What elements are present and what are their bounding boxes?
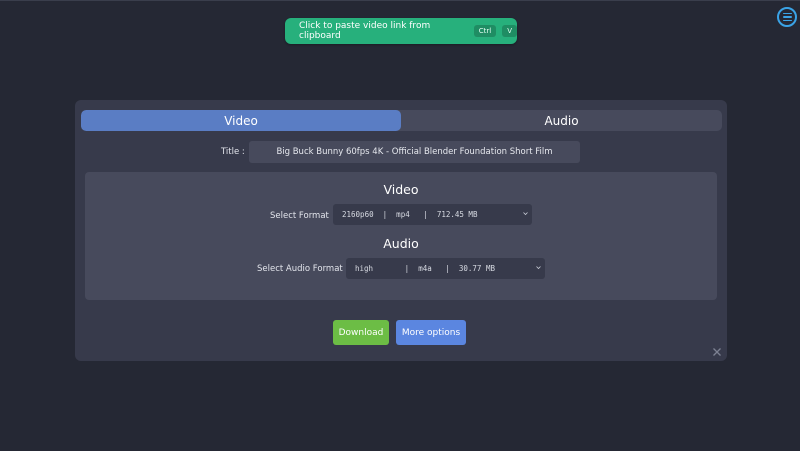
menu-icon-bar (782, 16, 792, 18)
audio-format-select[interactable]: high | m4a | 30.77 MB (346, 258, 545, 279)
download-button[interactable]: Download (333, 320, 389, 345)
audio-format-label: Select Audio Format (257, 264, 343, 274)
media-tabs: Video Audio (81, 110, 722, 131)
close-icon[interactable] (712, 347, 722, 357)
paste-link-text: Click to paste video link from clipboard (299, 21, 431, 41)
title-row: Title : Big Buck Bunny 60fps 4K - Offici… (75, 141, 727, 163)
video-heading: Video (383, 182, 419, 197)
video-format-label: Select Format (270, 211, 329, 221)
menu-icon (782, 12, 792, 15)
ctrl-key-badge: Ctrl (473, 25, 497, 37)
menu-icon-bar (782, 19, 792, 22)
more-options-button[interactable]: More options (396, 320, 466, 345)
video-format-select[interactable]: 2160p60 | mp4 | 712.45 MB (333, 204, 532, 225)
chevron-down-icon (536, 266, 541, 270)
title-field[interactable]: Big Buck Bunny 60fps 4K - Official Blend… (249, 141, 580, 163)
audio-heading: Audio (383, 236, 419, 251)
title-label: Title : (221, 147, 245, 157)
tab-video[interactable]: Video (81, 110, 401, 131)
top-divider (0, 0, 800, 1)
chevron-down-icon (523, 212, 528, 216)
menu-button[interactable] (777, 7, 797, 27)
download-card: Video Audio Title : Big Buck Bunny 60fps… (75, 100, 727, 361)
formats-panel: Video Select Format 2160p60 | mp4 | 712.… (85, 172, 717, 300)
paste-link-button[interactable]: Click to paste video link from clipboard… (285, 18, 517, 44)
video-format-value: 2160p60 | mp4 | 712.45 MB (342, 210, 478, 219)
audio-format-value: high | m4a | 30.77 MB (355, 264, 495, 273)
tab-audio[interactable]: Audio (401, 110, 722, 131)
v-key-badge: V (502, 25, 517, 37)
